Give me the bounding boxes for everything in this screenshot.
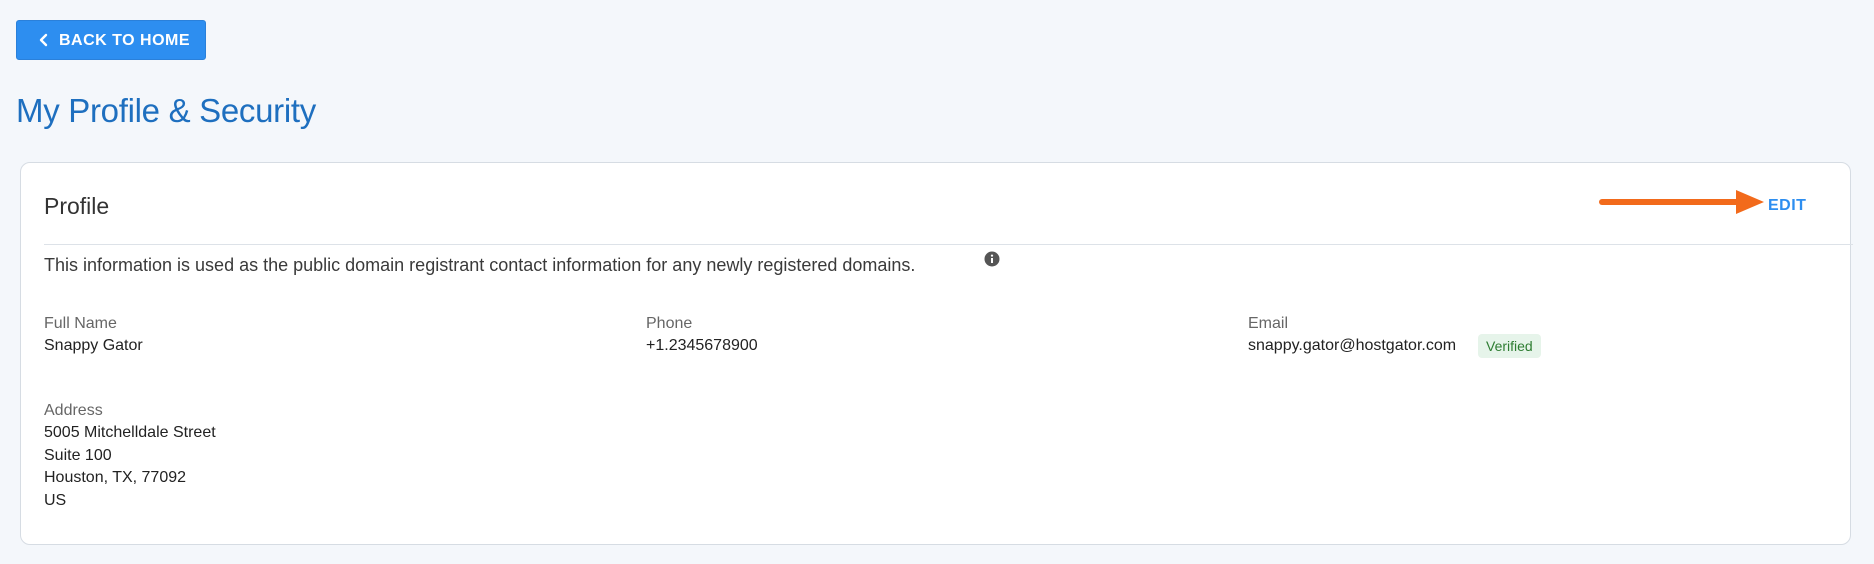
full-name-value: Snappy Gator	[44, 337, 143, 354]
address-line: Suite 100	[44, 446, 112, 464]
address-line: 5005 Mitchelldale Street	[44, 424, 216, 441]
email-label: Email	[1248, 315, 1289, 332]
arrow-right-icon	[1599, 190, 1764, 214]
phone-value: +1.2345678900	[646, 337, 758, 354]
page: BACK TO HOME My Profile & Security Profi…	[0, 0, 1874, 564]
edit-profile-link[interactable]: EDIT	[1768, 197, 1806, 215]
registrant-info-text: This information is used as the public d…	[44, 255, 916, 275]
address-line: Houston, TX, 77092	[44, 469, 187, 486]
card-divider	[44, 244, 1853, 245]
profile-card-title: Profile	[44, 193, 110, 219]
chevron-left-icon	[39, 33, 48, 47]
address-label: Address	[44, 402, 103, 419]
info-icon[interactable]	[984, 251, 1000, 267]
verified-badge: Verified	[1478, 334, 1541, 358]
phone-label: Phone	[646, 315, 693, 332]
address-line: US	[44, 491, 67, 509]
email-value: snappy.gator@hostgator.com	[1248, 337, 1457, 354]
page-title: My Profile & Security	[16, 92, 316, 129]
profile-card: Profile EDIT This information is used as…	[20, 162, 1853, 545]
back-to-home-label: BACK TO HOME	[59, 32, 191, 49]
full-name-label: Full Name	[44, 315, 117, 332]
back-to-home-button[interactable]: BACK TO HOME	[16, 20, 206, 60]
